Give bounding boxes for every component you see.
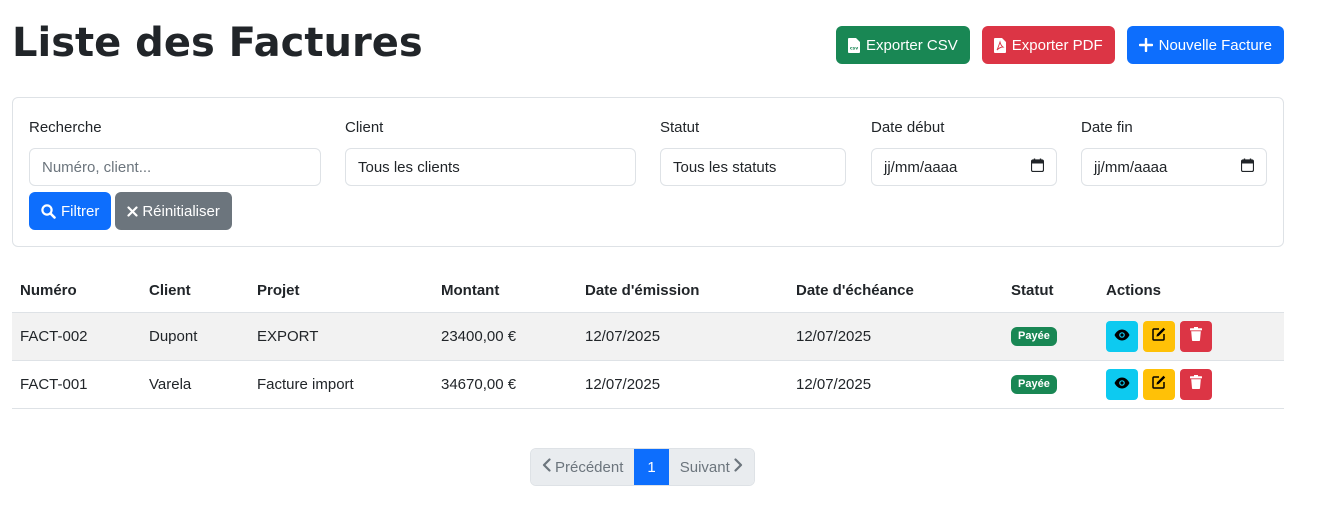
csv-file-icon: csv: [848, 37, 861, 53]
date-start-input[interactable]: jj/mm/aaaa: [871, 148, 1057, 186]
column-header: Date d'émission: [577, 270, 788, 313]
reset-button[interactable]: Réinitialiser: [115, 192, 232, 230]
column-header: Numéro: [12, 270, 141, 313]
trash-icon: [1190, 327, 1202, 345]
cell-montant: 34670,00 €: [433, 360, 577, 409]
filter-card: Recherche Numéro, client... Client Tous …: [12, 97, 1284, 247]
cell-client: Varela: [141, 360, 249, 409]
cell-emission: 12/07/2025: [577, 360, 788, 409]
export-csv-button[interactable]: csv Exporter CSV: [836, 26, 970, 64]
date-start-placeholder: jj/mm/aaaa: [884, 158, 958, 176]
plus-icon: [1138, 38, 1153, 52]
filter-buttons: Filtrer Réinitialiser: [29, 192, 232, 230]
table-header-row: Numéro Client Projet Montant Date d'émis…: [12, 270, 1284, 313]
cell-projet: Facture import: [249, 360, 433, 409]
new-invoice-label: Nouvelle Facture: [1158, 36, 1272, 54]
edit-button[interactable]: [1143, 368, 1175, 400]
cell-numero: FACT-002: [12, 312, 141, 361]
search-label: Recherche: [29, 119, 102, 136]
column-header: Projet: [249, 270, 433, 313]
edit-icon: [1152, 327, 1166, 345]
search-input[interactable]: Numéro, client...: [29, 148, 321, 186]
delete-button[interactable]: [1180, 320, 1212, 352]
cell-actions: [1098, 312, 1284, 361]
cell-echeance: 12/07/2025: [788, 360, 1003, 409]
status-select-value: Tous les statuts: [673, 158, 777, 176]
eye-icon: [1114, 376, 1130, 393]
delete-button[interactable]: [1180, 368, 1212, 400]
column-header: Statut: [1003, 270, 1098, 313]
svg-text:csv: csv: [850, 46, 858, 51]
status-badge: Payée: [1011, 375, 1057, 394]
pagination-next[interactable]: Suivant: [668, 449, 754, 485]
view-button[interactable]: [1106, 320, 1138, 352]
client-select[interactable]: Tous les clients: [345, 148, 636, 186]
status-badge: Payée: [1011, 327, 1057, 346]
client-label: Client: [345, 119, 384, 136]
search-field: Recherche Numéro, client...: [29, 118, 321, 186]
page-title: Liste des Factures: [12, 20, 423, 66]
new-invoice-button[interactable]: Nouvelle Facture: [1126, 26, 1284, 64]
client-select-value: Tous les clients: [358, 158, 460, 176]
header-actions: csv Exporter CSV Exporter PDF Nouvelle F…: [836, 26, 1284, 64]
status-field: Statut Tous les statuts: [660, 118, 846, 186]
column-header: Client: [141, 270, 249, 313]
chevron-left-icon: [542, 458, 551, 476]
date-end-label: Date fin: [1081, 119, 1133, 136]
export-pdf-button[interactable]: Exporter PDF: [981, 26, 1115, 64]
edit-icon: [1152, 375, 1166, 393]
column-header: Date d'échéance: [788, 270, 1003, 313]
cell-montant: 23400,00 €: [433, 312, 577, 361]
filter-button-label: Filtrer: [61, 202, 100, 220]
invoices-table: Numéro Client Projet Montant Date d'émis…: [12, 270, 1284, 409]
reset-button-label: Réinitialiser: [142, 202, 220, 220]
date-start-label: Date début: [871, 119, 945, 136]
export-csv-label: Exporter CSV: [866, 36, 958, 54]
column-header: Actions: [1098, 270, 1284, 313]
pagination-prev[interactable]: Précédent: [531, 449, 635, 485]
cell-client: Dupont: [141, 312, 249, 361]
table-row: FACT-002 Dupont EXPORT 23400,00 € 12/07/…: [12, 312, 1284, 361]
status-select[interactable]: Tous les statuts: [660, 148, 846, 186]
cell-projet: EXPORT: [249, 312, 433, 361]
pagination-next-label: Suivant: [679, 458, 730, 476]
client-field: Client Tous les clients: [345, 118, 636, 186]
search-icon: [41, 203, 56, 219]
date-end-field: Date fin jj/mm/aaaa: [1081, 118, 1267, 186]
cell-actions: [1098, 360, 1284, 409]
cell-numero: FACT-001: [12, 360, 141, 409]
date-end-placeholder: jj/mm/aaaa: [1094, 158, 1168, 176]
chevron-right-icon: [734, 458, 743, 476]
column-header: Montant: [433, 270, 577, 313]
cell-echeance: 12/07/2025: [788, 312, 1003, 361]
date-start-field: Date début jj/mm/aaaa: [871, 118, 1057, 186]
cell-statut: Payée: [1003, 312, 1098, 361]
filter-button[interactable]: Filtrer: [29, 192, 112, 230]
close-icon: [127, 205, 138, 217]
calendar-icon[interactable]: [1240, 158, 1255, 176]
edit-button[interactable]: [1143, 320, 1175, 352]
pagination-prev-label: Précédent: [555, 458, 624, 476]
pdf-file-icon: [993, 37, 1006, 53]
cell-statut: Payée: [1003, 360, 1098, 409]
cell-emission: 12/07/2025: [577, 312, 788, 361]
calendar-icon[interactable]: [1030, 158, 1045, 176]
eye-icon: [1114, 328, 1130, 345]
status-label: Statut: [660, 119, 700, 136]
date-end-input[interactable]: jj/mm/aaaa: [1081, 148, 1267, 186]
trash-icon: [1190, 375, 1202, 393]
pagination-page[interactable]: 1: [634, 449, 669, 485]
view-button[interactable]: [1106, 368, 1138, 400]
export-pdf-label: Exporter PDF: [1011, 36, 1103, 54]
table-row: FACT-001 Varela Facture import 34670,00 …: [12, 360, 1284, 409]
pagination: Précédent 1 Suivant: [530, 448, 755, 486]
